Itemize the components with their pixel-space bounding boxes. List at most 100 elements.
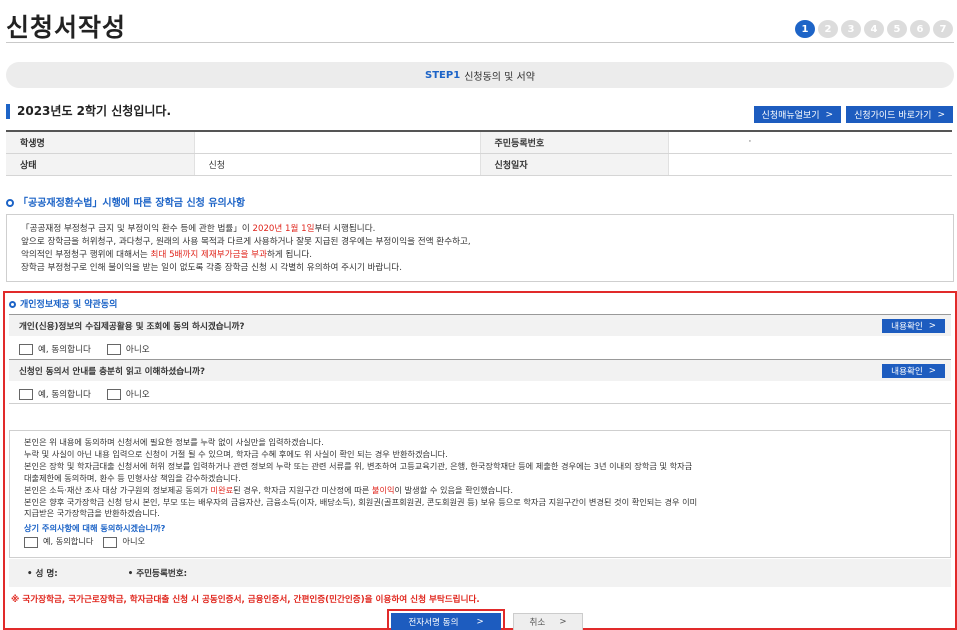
notice-text: 하게 됩니다.: [266, 250, 312, 260]
q2-yes-checkbox[interactable]: 예, 동의합니다: [19, 388, 91, 400]
agreement-line: 본인은 위 내용에 동의하며 신청서에 필요한 정보를 누락 없이 사실만을 입…: [24, 437, 324, 447]
yes-label: 예, 동의합니다: [43, 536, 94, 547]
notice-penalty-highlight: 최대 5배까지 제재부가금을 부과: [150, 250, 267, 260]
no-label: 아니오: [122, 536, 146, 547]
consent-title: 개인정보제공 및 약관동의: [9, 297, 117, 310]
checkbox-box[interactable]: [106, 343, 121, 355]
notice-line-1: 「공공재정 부정청구 금지 및 부정이익 환수 등에 관한 법률」이 2020년…: [21, 223, 939, 236]
agreement-line: 지급받은 국가장학금을 반환하겠습니다.: [24, 508, 160, 519]
divider: [9, 403, 951, 404]
view-content-button-1[interactable]: 내용확인 >: [882, 318, 945, 333]
agree-no-checkbox[interactable]: 아니오: [103, 536, 145, 548]
step-6: 6: [910, 20, 930, 38]
semester-heading: 2023년도 2학기 신청입니다.: [6, 104, 171, 119]
guide-button-label: 신청가이드 바로가기: [854, 111, 932, 121]
agree-yes-checkbox[interactable]: 예, 동의합니다: [24, 536, 93, 548]
yes-label: 예, 동의합니다: [38, 390, 91, 400]
notice-line-4: 장학금 부정청구로 인해 불이익을 받는 일이 없도록 각종 장학금 신청 시 …: [21, 263, 402, 273]
notice-text: 「공공재정 부정청구 금지 및 부정이익 환수 등에 관한 법률」이: [21, 224, 253, 234]
cancel-label: 취소: [529, 618, 546, 628]
date-label: 신청일자: [480, 153, 669, 176]
e-sign-label: 전자서명 동의: [408, 618, 459, 628]
chevron-right-icon: >: [476, 617, 484, 627]
action-buttons: 전자서명 동의 > 취소 >: [387, 609, 583, 630]
e-sign-agree-button[interactable]: 전자서명 동의 >: [391, 613, 501, 630]
guide-button[interactable]: 신청가이드 바로가기 >: [846, 106, 953, 123]
step-2: 2: [818, 20, 838, 38]
table-row: 상태 신청 신청일자: [6, 153, 952, 176]
checkbox-box[interactable]: [24, 536, 38, 548]
q1-yes-checkbox[interactable]: 예, 동의합니다: [19, 343, 91, 355]
step-5: 5: [887, 20, 907, 38]
top-buttons: 신청매뉴얼보기 > 신청가이드 바로가기 >: [753, 106, 953, 123]
sign-button-highlight: 전자서명 동의 >: [387, 609, 505, 630]
rrn-label: 주민등록번호: [480, 131, 669, 154]
certificate-warning: ※ 국가장학금, 국가근로장학금, 학자금대출 신청 시 공동인증서, 금융인증…: [11, 595, 480, 605]
cancel-button[interactable]: 취소 >: [513, 613, 583, 630]
agreement-text: 이 발생할 수 있음을 확인했습니다.: [394, 484, 513, 495]
page-title: 신청서작성: [6, 13, 127, 42]
checkbox-box[interactable]: [19, 388, 33, 400]
notice-text: 부터 시행됩니다.: [314, 224, 376, 234]
question-1-answers: 예, 동의합니다 아니오: [19, 343, 150, 355]
question-2-answers: 예, 동의합니다 아니오: [19, 388, 150, 400]
incomplete-highlight: 미완료: [210, 484, 234, 495]
view-content-button-2[interactable]: 내용확인 >: [882, 363, 945, 378]
agreement-line: 누락 및 사실이 아닌 내용 입력으로 신청이 거절 될 수 있으며, 학자금 …: [24, 448, 448, 459]
agreement-text: 된 경우, 학자금 지원구간 미산정에 따른: [233, 484, 372, 495]
view-content-label: 내용확인: [891, 366, 923, 377]
agreement-question: 상기 주의사항에 대해 동의하시겠습니까?: [24, 523, 166, 534]
disadvantage-highlight: 불이익: [371, 484, 395, 495]
checkbox-box[interactable]: [106, 388, 121, 400]
chevron-right-icon: >: [559, 617, 567, 627]
question-1-row: 개인(신용)정보의 수집제공활용 및 조회에 동의 하시겠습니까? 내용확인 >: [9, 314, 951, 336]
step-banner: STEP1 신청동의 및 서약: [6, 62, 954, 88]
consent-section: 개인정보제공 및 약관동의 개인(신용)정보의 수집제공활용 및 조회에 동의 …: [3, 291, 957, 630]
agreement-text-box: 본인은 위 내용에 동의하며 신청서에 필요한 정보를 누락 없이 사실만을 입…: [9, 430, 951, 558]
notice-box: 「공공재정 부정청구 금지 및 부정이익 환수 등에 관한 법률」이 2020년…: [6, 214, 954, 282]
title-divider: [6, 42, 954, 43]
notice-line-3: 악의적인 부정청구 행위에 대해서는 최대 5배까지 제재부가금을 부과하게 됩…: [21, 249, 939, 262]
agreement-line: 본인은 향후 국가장학금 신청 당시 본인, 부모 또는 배우자의 금융자산, …: [24, 496, 698, 507]
step-banner-label: STEP1: [425, 69, 461, 81]
signer-name-label: • 성 명:: [27, 569, 58, 579]
name-value: [194, 131, 481, 154]
q1-no-checkbox[interactable]: 아니오: [106, 343, 150, 355]
question-2-row: 신청인 동의서 안내를 충분히 읽고 이해하셨습니까? 내용확인 >: [9, 359, 951, 381]
notice-title: 「공공재정환수법」시행에 따른 장학금 신청 유의사항: [6, 194, 245, 209]
notice-line-2: 앞으로 장학금을 허위청구, 과다청구, 원래의 사용 목적과 다르게 사용하거…: [21, 237, 471, 247]
q2-no-checkbox[interactable]: 아니오: [106, 388, 150, 400]
checkbox-box[interactable]: [19, 343, 33, 355]
status-value: 신청: [194, 153, 481, 176]
agreement-line: 본인은 장학 및 학자금대출 신청서에 허위 정보를 입력하거나 관련 정보의 …: [24, 460, 693, 471]
bullet-circle-icon: [6, 199, 14, 207]
consent-title-text: 개인정보제공 및 약관동의: [20, 300, 118, 310]
notice-title-text: 「공공재정환수법」시행에 따른 장학금 신청 유의사항: [18, 198, 246, 209]
notice-text: 악의적인 부정청구 행위에 대해서는: [21, 250, 151, 260]
no-label: 아니오: [125, 390, 150, 400]
manual-button[interactable]: 신청매뉴얼보기 >: [753, 106, 842, 123]
agreement-answers: 예, 동의합니다 아니오: [24, 536, 936, 548]
chevron-right-icon: >: [937, 109, 945, 120]
step-banner-text: 신청동의 및 서약: [464, 71, 535, 83]
agreement-line: 본인은 소득·재산 조사 대상 가구원의 정보제공 동의가 미완료된 경우, 학…: [24, 485, 936, 497]
question-2-text: 신청인 동의서 안내를 충분히 읽고 이해하셨습니까?: [19, 366, 205, 377]
step-7: 7: [933, 20, 953, 38]
step-1: 1: [795, 20, 815, 38]
no-label: 아니오: [125, 345, 150, 355]
notice-date-highlight: 2020년 1월 1일: [252, 224, 315, 234]
chevron-right-icon: >: [928, 320, 936, 331]
status-label: 상태: [6, 153, 195, 176]
signer-info-row: • 성 명: • 주민등록번호:: [9, 559, 951, 587]
rrn-value: ·: [668, 131, 952, 154]
checkbox-box[interactable]: [103, 536, 118, 548]
agreement-line: 대출제한에 동의하며, 환수 등 민형사상 책임을 감수하겠습니다.: [24, 472, 241, 483]
name-label: 학생명: [6, 131, 195, 154]
step-3: 3: [841, 20, 861, 38]
date-value: [668, 153, 952, 176]
step-indicator: 1 2 3 4 5 6 7: [795, 20, 953, 38]
view-content-label: 내용확인: [891, 321, 923, 332]
table-row: 학생명 주민등록번호 ·: [6, 131, 952, 154]
manual-button-label: 신청매뉴얼보기: [761, 111, 820, 121]
yes-label: 예, 동의합니다: [38, 345, 91, 355]
